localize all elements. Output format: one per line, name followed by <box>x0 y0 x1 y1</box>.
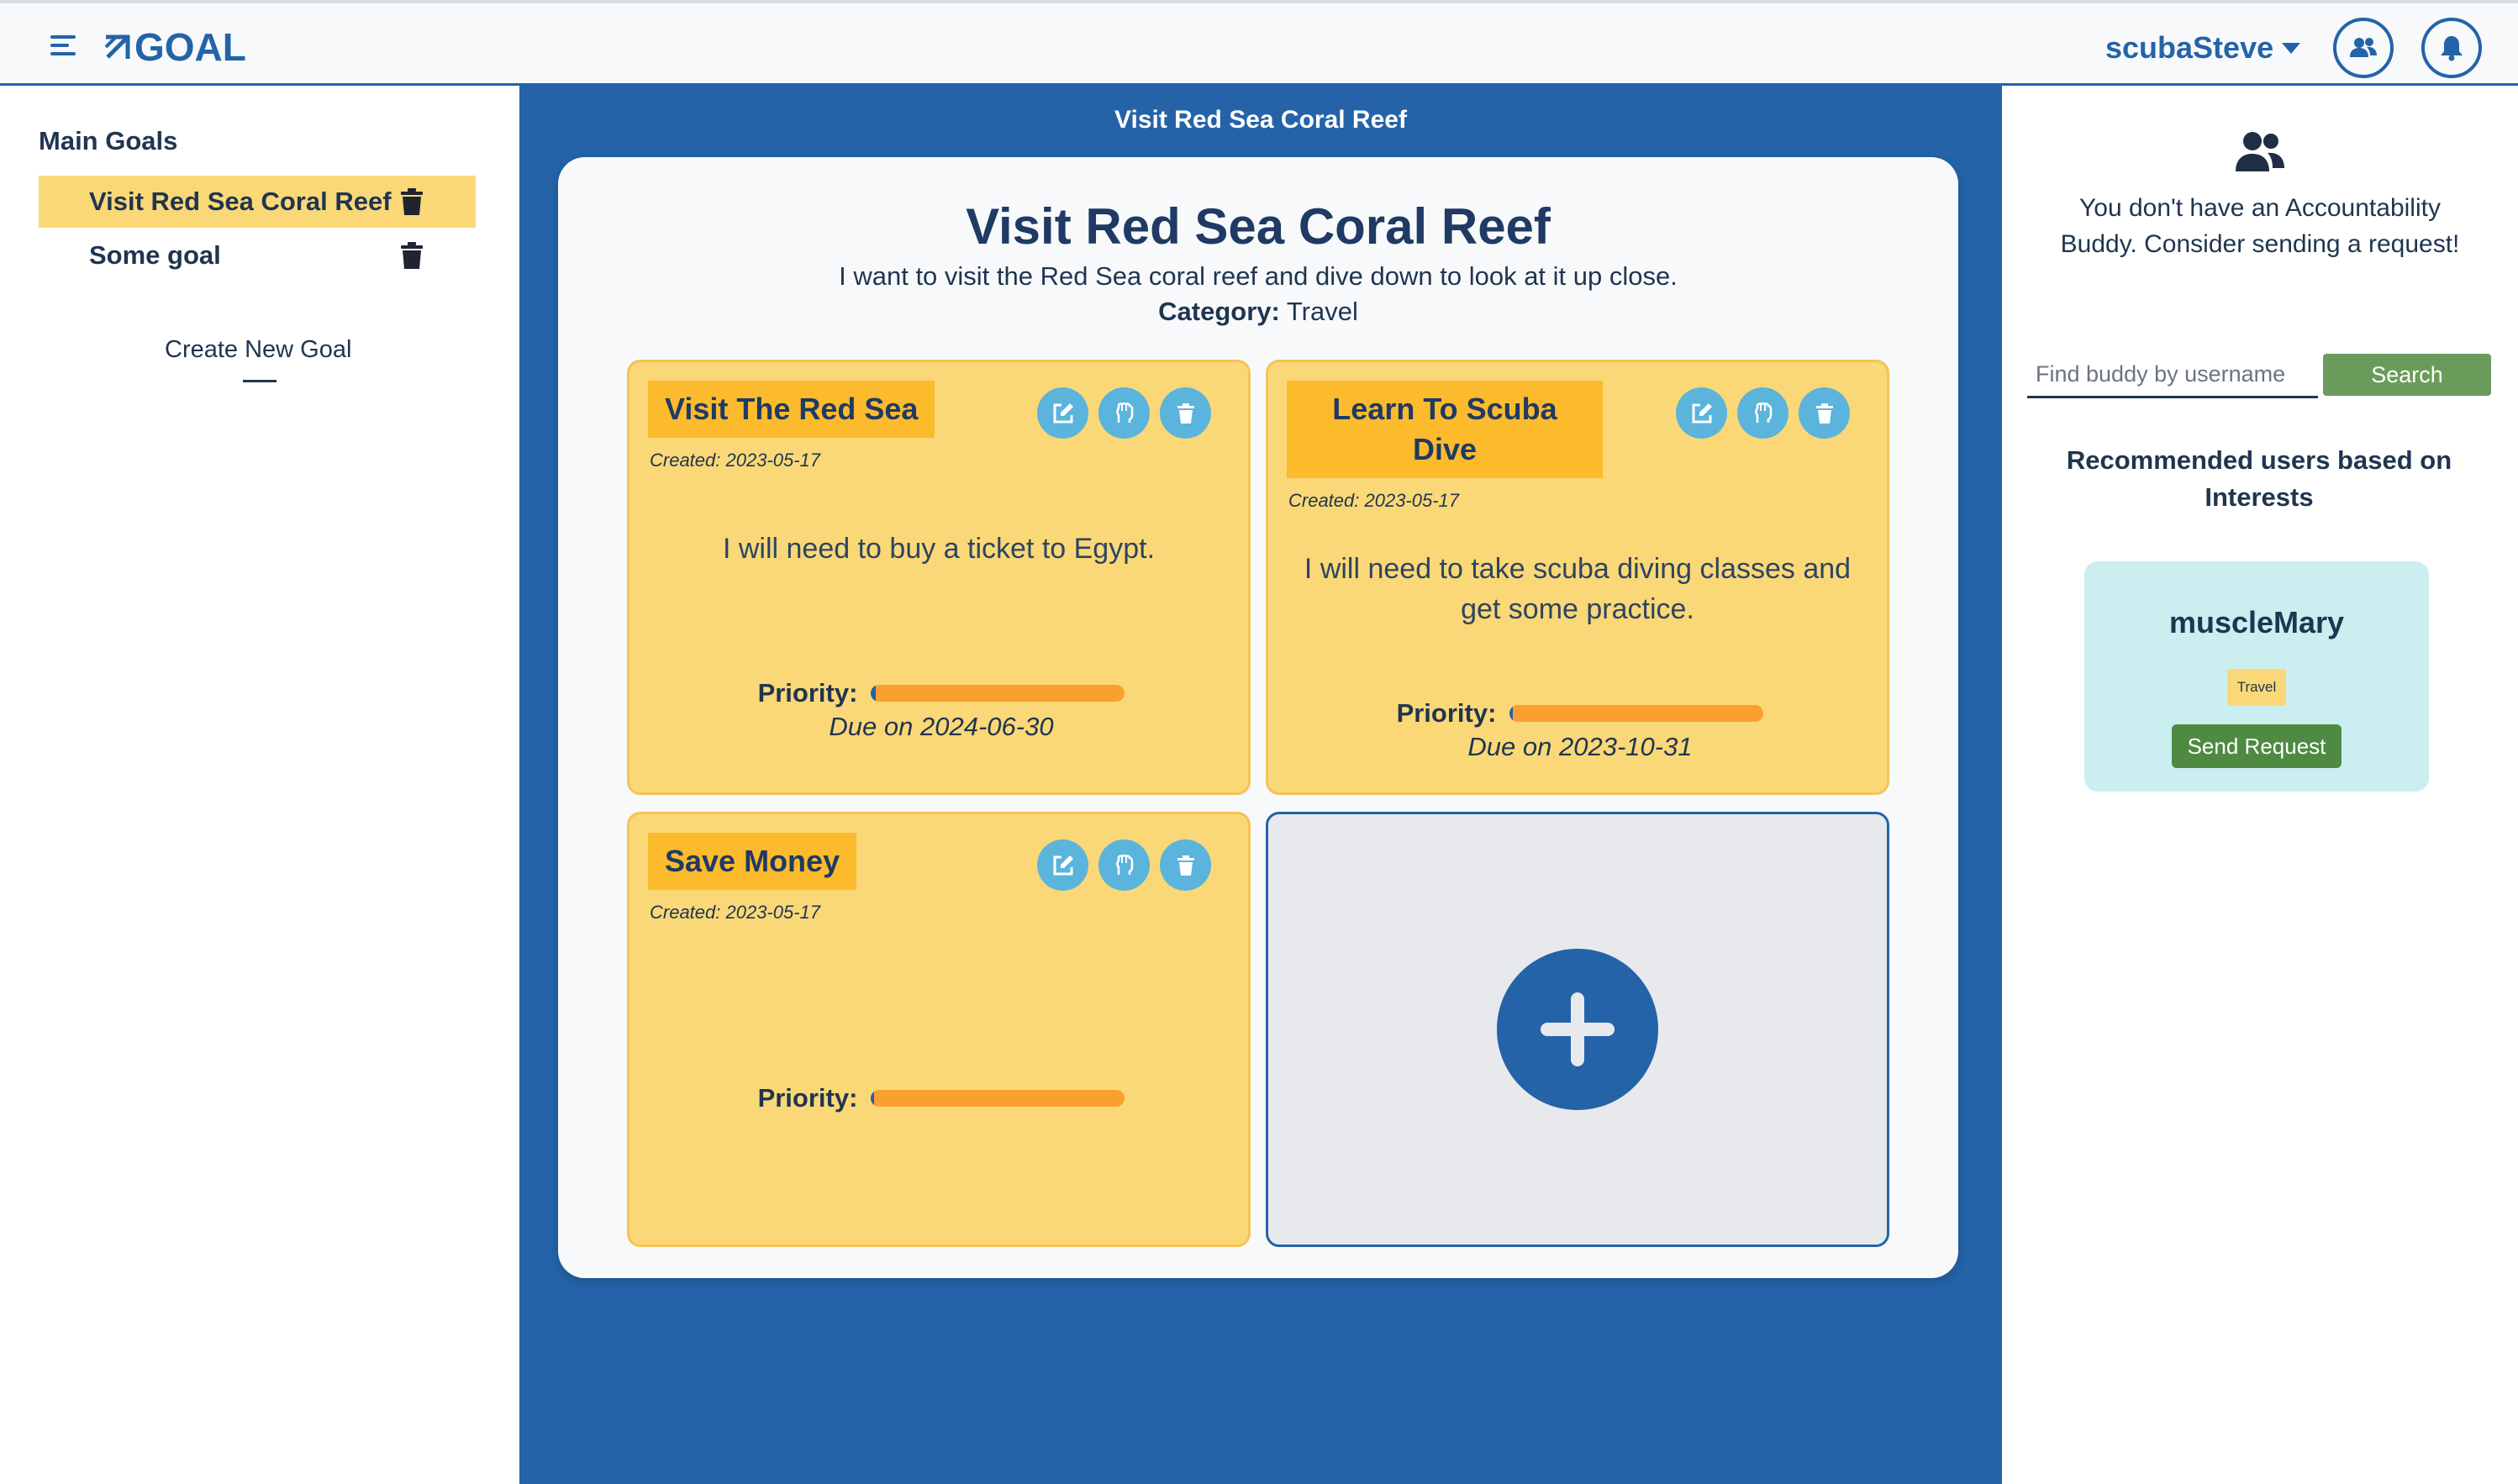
fist-icon <box>1115 854 1133 875</box>
subgoal-title: Save Money <box>648 833 857 890</box>
priority-row: Priority: <box>630 1083 1253 1113</box>
category-value: Travel <box>1286 297 1358 326</box>
sidebar-title: Main Goals <box>39 126 178 155</box>
priority-fill <box>871 685 877 702</box>
fist-icon <box>1754 402 1772 423</box>
fist-icon <box>1115 402 1133 423</box>
edit-button[interactable] <box>1037 839 1088 891</box>
priority-bar <box>871 685 1125 702</box>
goal-item-label: Visit Red Sea Coral Reef <box>89 187 392 216</box>
edit-button[interactable] <box>1676 387 1727 439</box>
trash-icon <box>1177 855 1194 876</box>
priority-label: Priority: <box>757 1083 858 1113</box>
trash-icon <box>1177 403 1194 424</box>
delete-button[interactable] <box>1160 387 1211 439</box>
bell-icon <box>2441 36 2463 61</box>
recommended-username: muscleMary <box>2168 605 2345 639</box>
send-request-button[interactable]: Send Request <box>2172 724 2342 768</box>
no-buddy-message: You don't have an Accountability Buddy. … <box>2060 194 2460 258</box>
left-sidebar: Main Goals Visit Red Sea Coral Reef Some… <box>0 86 519 1484</box>
subgoal-card: Save Money Created: 2023-05-17 Priority: <box>627 812 1251 1247</box>
interest-tag: Travel <box>2227 669 2286 706</box>
goal-item-label: Some goal <box>89 240 221 270</box>
priority-bar <box>1509 705 1764 722</box>
edit-icon <box>1053 403 1073 423</box>
goal-panel: Visit Red Sea Coral Reef I want to visit… <box>558 157 1958 1278</box>
recommended-users-title: Recommended users based on Interests <box>2066 445 2452 512</box>
sidebar-goal-item[interactable]: Some goal <box>39 229 476 282</box>
user-dropdown[interactable]: scubaSteve <box>2105 27 2301 69</box>
category-label: Category: <box>1158 297 1280 326</box>
trash-icon <box>1815 403 1833 424</box>
subgoal-card: Learn To Scuba Dive Created: 2023-05-17 … <box>1266 360 1889 795</box>
delete-button[interactable] <box>1799 387 1850 439</box>
subgoal-created-date: Created: 2023-05-17 <box>1288 490 1460 511</box>
app-logo[interactable]: GOAL <box>103 24 246 71</box>
priority-fill <box>1509 705 1514 722</box>
right-sidebar: You don't have an Accountability Buddy. … <box>2002 86 2518 1484</box>
users-icon <box>2236 132 2284 171</box>
goal-category: Category: Travel <box>558 297 1958 327</box>
subgoal-card: Visit The Red Sea Created: 2023-05-17 I … <box>627 360 1251 795</box>
trash-icon[interactable] <box>400 187 424 216</box>
priority-row: Priority: <box>1268 698 1892 729</box>
priority-label: Priority: <box>757 678 858 708</box>
subgoal-note: I will need to buy a ticket to Egypt. <box>722 533 1156 565</box>
subgoal-due-date: Due on 2023-10-31 <box>1467 732 1693 761</box>
main-content: Visit Red Sea Coral Reef Visit Red Sea C… <box>519 86 2002 1484</box>
recommended-user-card: muscleMary Travel Send Request <box>2084 561 2429 792</box>
menu-icon[interactable] <box>50 34 77 57</box>
delete-button[interactable] <box>1160 839 1211 891</box>
priority-label: Priority: <box>1396 698 1497 728</box>
priority-fill <box>871 1090 875 1107</box>
buddies-button[interactable] <box>2333 18 2394 78</box>
edit-icon <box>1692 403 1712 423</box>
subgoal-note: I will need to take scuba diving classes… <box>1304 553 1852 625</box>
subgoal-actions <box>1037 387 1211 439</box>
find-buddy-input[interactable] <box>2027 353 2318 398</box>
arrow-logo-icon <box>104 34 130 59</box>
subgoal-title: Learn To Scuba Dive <box>1287 381 1603 478</box>
subgoal-created-date: Created: 2023-05-17 <box>650 450 821 471</box>
subgoal-actions <box>1037 839 1211 891</box>
caret-down-icon <box>2282 42 2301 54</box>
priority-bar <box>871 1090 1125 1107</box>
search-button[interactable]: Search <box>2323 354 2491 396</box>
accountability-button[interactable] <box>1098 387 1150 439</box>
sidebar-goal-item-active[interactable]: Visit Red Sea Coral Reef <box>39 176 476 228</box>
accountability-button[interactable] <box>1737 387 1788 439</box>
add-subgoal-card[interactable] <box>1266 812 1889 1247</box>
edit-button[interactable] <box>1037 387 1088 439</box>
subgoal-created-date: Created: 2023-05-17 <box>650 902 821 923</box>
goal-heading: Visit Red Sea Coral Reef <box>966 198 1551 255</box>
subgoal-title: Visit The Red Sea <box>648 381 935 438</box>
subgoal-due-date: Due on 2024-06-30 <box>829 712 1054 741</box>
subgoal-actions <box>1676 387 1850 439</box>
accountability-button[interactable] <box>1098 839 1150 891</box>
goal-description: I want to visit the Red Sea coral reef a… <box>839 261 1678 291</box>
add-subgoal-button[interactable] <box>1497 949 1658 1110</box>
trash-icon[interactable] <box>400 241 424 270</box>
create-goal-underline <box>243 380 277 382</box>
create-new-goal-link[interactable]: Create New Goal <box>165 336 351 364</box>
edit-icon <box>1053 855 1073 875</box>
logo-text: GOAL <box>134 25 246 69</box>
username-label: scubaSteve <box>2105 30 2274 65</box>
users-icon <box>2350 38 2377 57</box>
main-title: Visit Red Sea Coral Reef <box>1114 106 1407 134</box>
notifications-button[interactable] <box>2421 18 2482 78</box>
top-navbar: GOAL scubaSteve <box>0 3 2518 86</box>
priority-row: Priority: <box>630 678 1253 708</box>
